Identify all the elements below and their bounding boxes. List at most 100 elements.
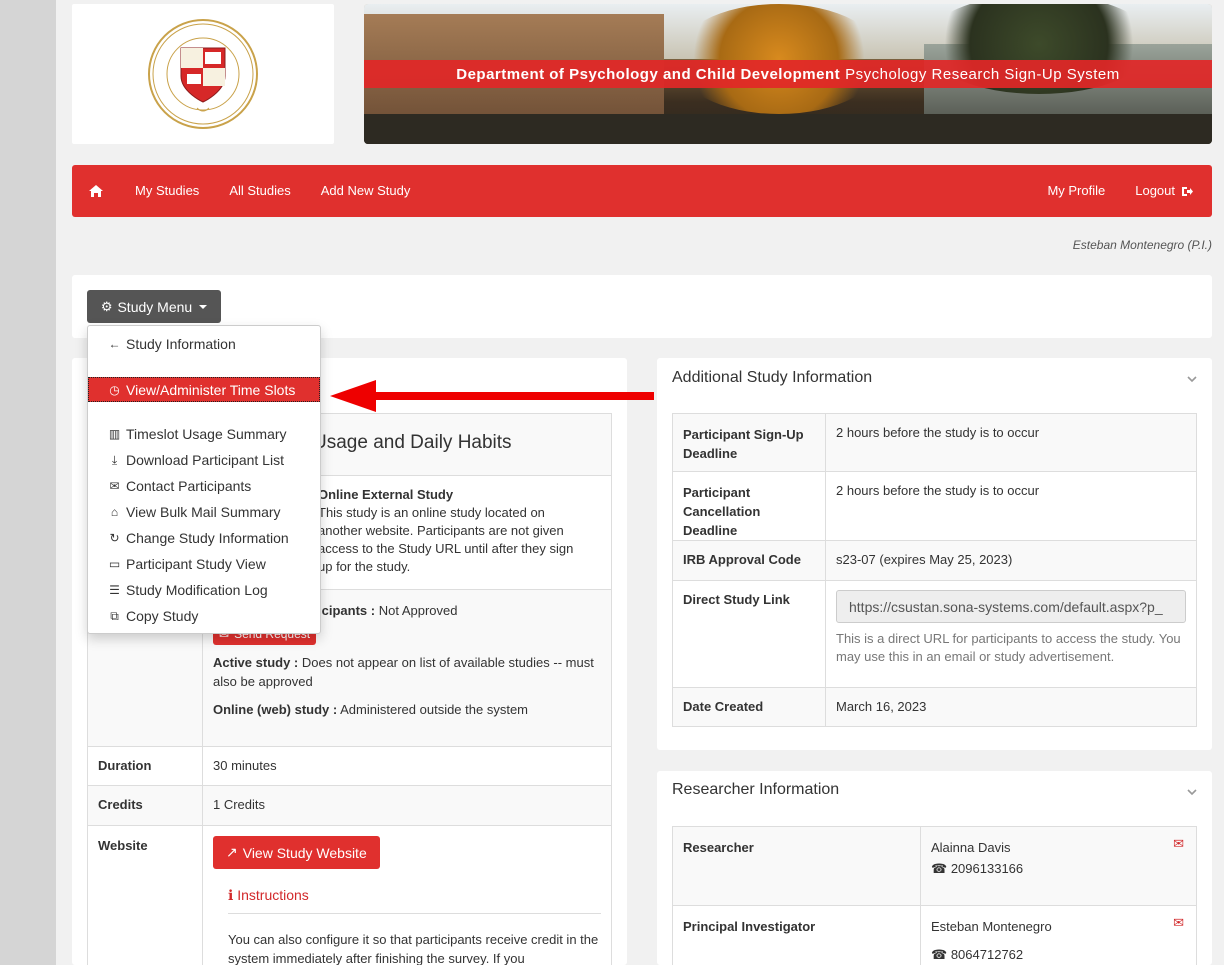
- menu-item-label: Contact Participants: [126, 478, 252, 494]
- researcher-table: Researcher Alainna Davis ☎ 2096133166 ✉ …: [672, 826, 1197, 965]
- arrow-left-icon: ←: [108, 337, 121, 351]
- menu-item-copy-study[interactable]: ⧉ Copy Study: [108, 608, 198, 624]
- approval-status: Not Approved: [378, 603, 458, 618]
- additional-info-panel: Additional Study Information Participant…: [657, 358, 1212, 750]
- cancellation-deadline-value: 2 hours before the study is to occur: [825, 471, 1197, 541]
- duration-label: Duration: [87, 746, 203, 786]
- banner-title-strip: Department of Psychology and Child Devel…: [364, 60, 1212, 88]
- researcher-info-panel: Researcher Information Researcher Alainn…: [657, 771, 1212, 965]
- pi-name: Esteban Montenegro: [931, 919, 1052, 934]
- table-row: Direct Study Link https://csustan.sona-s…: [672, 580, 1197, 688]
- envelope-icon: ✉: [109, 479, 120, 493]
- header-banner: Department of Psychology and Child Devel…: [364, 4, 1212, 144]
- signup-deadline-value: 2 hours before the study is to occur: [825, 413, 1197, 472]
- inbox-icon: ⌂: [110, 505, 119, 519]
- direct-link-label: Direct Study Link: [672, 580, 826, 688]
- view-study-website-label: View Study Website: [242, 844, 367, 861]
- irb-code-value: s23-07 (expires May 25, 2023): [825, 540, 1197, 581]
- cogs-icon: ⚙: [100, 298, 113, 314]
- view-study-website-button[interactable]: ↗ View Study Website: [213, 836, 380, 869]
- additional-info-table: Participant Sign-Up Deadline 2 hours bef…: [672, 413, 1197, 727]
- table-row: Date Created March 16, 2023: [672, 687, 1197, 727]
- department-name: Department of Psychology and Child Devel…: [456, 65, 841, 83]
- refresh-icon: ↻: [109, 531, 120, 545]
- duration-value: 30 minutes: [202, 746, 612, 786]
- menu-item-label: View Bulk Mail Summary: [126, 504, 281, 520]
- menu-item-contact-participants[interactable]: ✉ Contact Participants: [108, 478, 251, 494]
- instructions-tab[interactable]: ℹ Instructions: [228, 887, 601, 914]
- study-menu-button[interactable]: ⚙ Study Menu: [87, 290, 221, 323]
- direct-link-field[interactable]: https://csustan.sona-systems.com/default…: [836, 590, 1186, 623]
- irb-code-label: IRB Approval Code: [672, 540, 826, 581]
- university-logo-box[interactable]: [72, 4, 334, 144]
- bar-chart-icon: ▥: [108, 427, 121, 441]
- nav-my-profile[interactable]: My Profile: [1032, 165, 1120, 217]
- system-name: Psychology Research Sign-Up System: [845, 65, 1120, 83]
- table-row: Participant Sign-Up Deadline 2 hours bef…: [672, 413, 1197, 472]
- date-created-label: Date Created: [672, 687, 826, 727]
- menu-item-view-bulk-mail-summary[interactable]: ⌂ View Bulk Mail Summary: [108, 504, 281, 520]
- table-row: IRB Approval Code s23-07 (expires May 25…: [672, 540, 1197, 581]
- cancellation-deadline-label: Participant Cancellation Deadline: [672, 471, 826, 541]
- table-row: Website ↗ View Study Website ℹ Instructi…: [87, 825, 612, 965]
- menu-item-label: Study Information: [126, 336, 236, 352]
- menu-item-study-information[interactable]: ← Study Information: [108, 336, 236, 352]
- annotation-arrow: [330, 380, 654, 412]
- approval-label: icipants :: [318, 603, 376, 618]
- credits-label: Credits: [87, 785, 203, 826]
- study-menu-dropdown: ← Study Information ◷ View/Administer Ti…: [87, 325, 321, 634]
- list-icon: ☰: [109, 583, 120, 597]
- chevron-down-icon[interactable]: [1186, 786, 1198, 798]
- nav-all-studies[interactable]: All Studies: [214, 165, 305, 217]
- info-circle-icon: ℹ: [228, 887, 234, 903]
- menu-item-label: Participant Study View: [126, 556, 266, 572]
- chevron-down-icon[interactable]: [1186, 373, 1198, 385]
- study-type-title: Online External Study: [318, 487, 454, 502]
- nav-add-new-study[interactable]: Add New Study: [306, 165, 426, 217]
- pi-label: Principal Investigator: [672, 905, 921, 965]
- university-seal-logo: [148, 19, 258, 129]
- table-row: Researcher Alainna Davis ☎ 2096133166 ✉: [672, 826, 1197, 906]
- researcher-phone: 2096133166: [950, 861, 1024, 876]
- phone-icon: ☎: [931, 861, 948, 876]
- banner-tree: [674, 4, 884, 114]
- menu-item-label: Copy Study: [126, 608, 199, 624]
- external-link-icon: ↗: [226, 844, 238, 860]
- clock-icon: ◷: [109, 382, 120, 397]
- study-type-description: This study is an online study located on…: [318, 505, 574, 574]
- home-button[interactable]: [72, 184, 120, 198]
- website-label: Website: [87, 825, 203, 965]
- instructions-text: You can also configure it so that partic…: [228, 932, 599, 965]
- main-navbar: My Studies All Studies Add New Study My …: [72, 165, 1212, 217]
- date-created-value: March 16, 2023: [825, 687, 1197, 727]
- menu-item-label: Timeslot Usage Summary: [126, 426, 287, 442]
- copy-icon: ⧉: [110, 608, 119, 623]
- caret-down-icon: [199, 304, 208, 309]
- menu-item-study-modification-log[interactable]: ☰ Study Modification Log: [108, 582, 268, 598]
- logout-label: Logout: [1135, 183, 1175, 198]
- menu-item-label: Download Participant List: [126, 452, 284, 468]
- direct-link-help: This is a direct URL for participants to…: [836, 631, 1181, 664]
- menu-item-download-participant-list[interactable]: ⤓ Download Participant List: [108, 452, 284, 468]
- nav-logout[interactable]: Logout: [1120, 165, 1208, 217]
- menu-item-participant-study-view[interactable]: ▭ Participant Study View: [108, 556, 266, 572]
- table-row: Credits 1 Credits: [87, 785, 612, 826]
- phone-icon: ☎: [931, 947, 948, 962]
- table-row: Principal Investigator Esteban Montenegr…: [672, 905, 1197, 965]
- online-study-label: Online (web) study :: [213, 702, 338, 717]
- menu-item-timeslot-usage-summary[interactable]: ▥ Timeslot Usage Summary: [108, 426, 287, 442]
- active-study-label: Active study :: [213, 655, 299, 670]
- menu-item-change-study-information[interactable]: ↻ Change Study Information: [108, 530, 288, 546]
- sign-out-icon: [1182, 186, 1193, 196]
- window-left-gutter: [0, 0, 56, 965]
- menu-item-view-administer-time-slots[interactable]: ◷ View/Administer Time Slots: [88, 377, 320, 402]
- email-pi-envelope-icon[interactable]: ✉: [1173, 915, 1184, 930]
- researcher-info-title: Researcher Information: [672, 781, 840, 798]
- email-researcher-envelope-icon[interactable]: ✉: [1173, 836, 1184, 851]
- table-row: Participant Cancellation Deadline 2 hour…: [672, 471, 1197, 541]
- pi-phone: 8064712762: [950, 947, 1024, 962]
- menu-item-label: View/Administer Time Slots: [126, 381, 296, 398]
- signup-deadline-label: Participant Sign-Up Deadline: [672, 413, 826, 472]
- download-icon: ⤓: [111, 452, 118, 467]
- nav-my-studies[interactable]: My Studies: [120, 165, 214, 217]
